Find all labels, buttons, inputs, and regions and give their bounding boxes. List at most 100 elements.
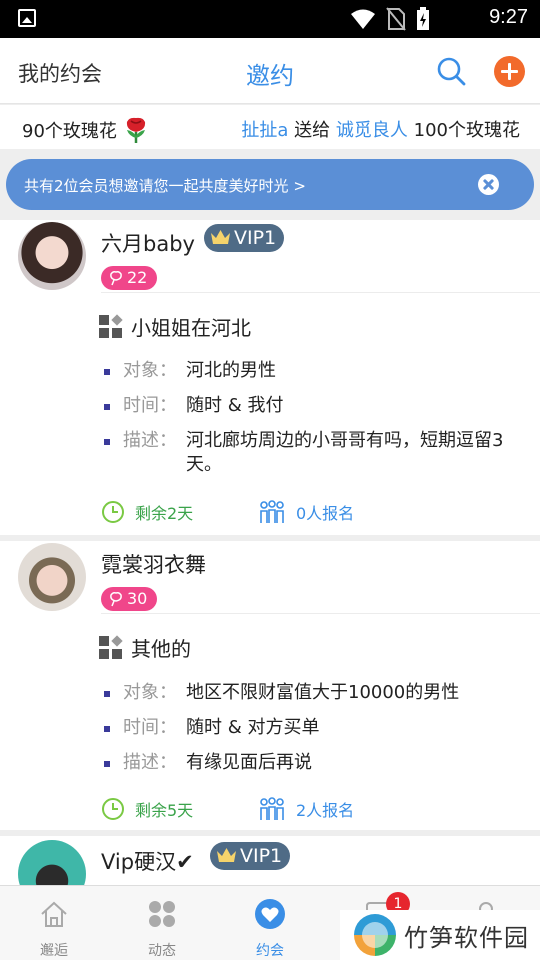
bullet <box>104 439 110 445</box>
watermark: 竹笋软件园 <box>340 910 540 960</box>
detail-key: 描述： <box>123 752 177 773</box>
detail-value: 有缘见面后再说 <box>186 752 312 773</box>
detail-row-time: 时间： 随时 & 我付 <box>104 394 534 418</box>
giver-name[interactable]: 扯扯a <box>241 120 288 141</box>
my-roses-count: 90个玫瑰花 <box>22 121 117 142</box>
avatar[interactable] <box>18 543 86 611</box>
detail-row-description: 描述： 河北廊坊周边的小哥哥有吗，短期逗留3天。 <box>104 429 534 477</box>
remaining-text: 剩余2天 <box>135 504 194 523</box>
detail-value: 河北廊坊周边的小哥哥有吗，短期逗留3天。 <box>186 430 504 475</box>
bullet <box>104 691 110 697</box>
tab-encounter[interactable]: 邂逅 <box>0 886 108 960</box>
bullet <box>104 369 110 375</box>
detail-key: 时间： <box>123 717 177 738</box>
signup-text[interactable]: 2人报名 <box>296 797 354 821</box>
clock-icon <box>102 501 124 523</box>
detail-key: 时间： <box>123 395 177 416</box>
people-icon <box>260 797 284 820</box>
bullet <box>104 726 110 732</box>
rose-gift-ticker: 90个玫瑰花 扯扯a 送给 诚觅良人 100个玫瑰花 <box>0 105 540 149</box>
heart-icon <box>255 899 285 929</box>
search-icon[interactable] <box>436 56 466 86</box>
detail-value: 随时 & 我付 <box>186 395 284 416</box>
wifi-icon <box>351 9 375 29</box>
signup-count[interactable]: 2人报名 <box>258 797 354 821</box>
battery-charging-icon <box>417 7 429 30</box>
clock: 9:27 <box>489 6 528 28</box>
detail-row-description: 描述： 有缘见面后再说 <box>104 751 534 775</box>
detail-value: 河北的男性 <box>186 360 276 381</box>
detail-row-target: 对象： 地区不限财富值大于10000的男性 <box>104 681 534 705</box>
roses-count-badge: 30 <box>101 587 157 611</box>
my-roses: 90个玫瑰花 <box>22 116 149 144</box>
tab-label: 动态 <box>148 943 176 959</box>
rose-outline-icon <box>110 271 122 286</box>
avatar[interactable] <box>18 840 86 885</box>
crown-icon <box>211 230 230 244</box>
home-icon <box>41 901 67 927</box>
receiver-name[interactable]: 诚觅良人 <box>336 120 408 141</box>
tab-dates[interactable]: 约会 <box>216 886 324 960</box>
bullet <box>104 404 110 410</box>
divider <box>101 292 540 293</box>
tab-moments[interactable]: 动态 <box>108 886 216 960</box>
remaining-text: 剩余5天 <box>135 801 194 820</box>
detail-key: 对象： <box>123 360 177 381</box>
vip-badge: VIP1 <box>210 842 291 870</box>
vip-badge: VIP1 <box>204 224 285 252</box>
detail-row-target: 对象： 河北的男性 <box>104 359 534 383</box>
remaining-time: 剩余5天 <box>101 797 193 821</box>
detail-row-time: 时间： 随时 & 对方买单 <box>104 716 534 740</box>
vip-level: VIP1 <box>234 227 277 249</box>
category-label: 小姐姐在河北 <box>131 316 251 340</box>
date-post-card[interactable]: Vip硬汉✔ VIP1 <box>0 836 540 885</box>
username[interactable]: 霓裳羽衣舞 <box>101 549 206 579</box>
rose-outline-icon <box>110 592 122 607</box>
add-button[interactable] <box>494 56 525 87</box>
detail-value: 随时 & 对方买单 <box>186 717 320 738</box>
detail-key: 描述： <box>123 430 177 451</box>
invitation-banner[interactable]: 共有2位会员想邀请您一起共度美好时光 > <box>6 159 534 210</box>
detail-key: 对象： <box>123 682 177 703</box>
no-sim-icon <box>386 7 406 31</box>
roses-count: 30 <box>127 589 148 608</box>
invitation-banner-text[interactable]: 共有2位会员想邀请您一起共度美好时光 > <box>24 175 306 196</box>
signup-text[interactable]: 0人报名 <box>296 500 354 524</box>
tab-label: 邂逅 <box>40 943 68 959</box>
close-icon[interactable] <box>478 174 499 195</box>
crown-icon <box>217 848 236 862</box>
gift-action: 送给 <box>294 120 331 141</box>
roses-count-badge: 22 <box>101 266 157 290</box>
watermark-logo-icon <box>354 914 396 956</box>
grid-icon <box>149 901 175 927</box>
detail-value: 地区不限财富值大于10000的男性 <box>186 682 460 703</box>
avatar[interactable] <box>18 222 86 290</box>
bullet <box>104 761 110 767</box>
signup-count[interactable]: 0人报名 <box>258 500 354 524</box>
date-post-card[interactable]: 六月baby VIP1 22 小姐姐在河北 对象： 河北的男性 时间： 随时 &… <box>0 220 540 535</box>
status-bar: 9:27 <box>0 0 540 38</box>
category-label: 其他的 <box>131 637 191 661</box>
top-bar: 我的约会 邀约 <box>0 38 540 104</box>
image-notification-icon <box>18 9 36 27</box>
username[interactable]: 六月baby <box>101 228 195 258</box>
roses-count: 22 <box>127 268 148 287</box>
watermark-text: 竹笋软件园 <box>404 923 529 952</box>
tab-label: 约会 <box>256 943 284 959</box>
remaining-time: 剩余2天 <box>101 500 193 524</box>
rose-icon <box>126 117 145 143</box>
date-post-card[interactable]: 霓裳羽衣舞 30 其他的 对象： 地区不限财富值大于10000的男性 时间： 随… <box>0 541 540 830</box>
people-icon <box>260 500 284 523</box>
date-category: 其他的 <box>99 633 191 662</box>
vip-level: VIP1 <box>240 845 283 867</box>
username[interactable]: Vip硬汉✔ <box>101 846 194 876</box>
gift-amount: 100个玫瑰花 <box>413 120 520 141</box>
my-dates-tab[interactable]: 我的约会 <box>18 58 102 88</box>
divider <box>101 613 540 614</box>
status-icons <box>350 7 430 31</box>
category-icon <box>99 313 123 339</box>
clock-icon <box>102 798 124 820</box>
category-icon <box>99 634 123 660</box>
date-category: 小姐姐在河北 <box>99 312 251 341</box>
gift-message: 扯扯a 送给 诚觅良人 100个玫瑰花 <box>241 116 520 142</box>
